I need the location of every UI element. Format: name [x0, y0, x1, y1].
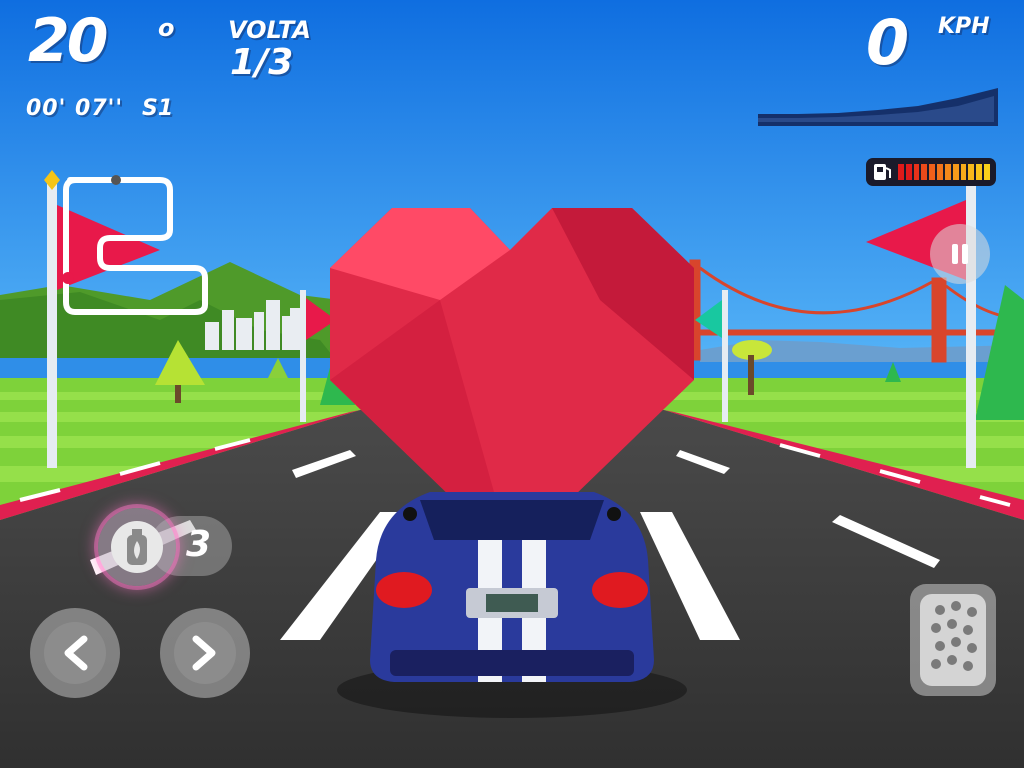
fuel-segment	[929, 164, 936, 180]
pause-button[interactable]	[930, 224, 990, 284]
fuel-segment	[952, 164, 959, 180]
fuel-segment	[898, 164, 904, 180]
speedometer-value: 0	[866, 6, 910, 79]
fuel-segment	[937, 164, 943, 180]
player-car	[337, 492, 687, 718]
nitro-button[interactable]	[98, 508, 176, 586]
fuel-segment	[968, 164, 975, 180]
fuel-segment	[960, 164, 967, 180]
nitro-bottle-icon	[127, 529, 147, 565]
race-position-suffix: o	[158, 14, 175, 42]
chevron-right-icon	[192, 635, 216, 671]
fuel-level-bar	[898, 164, 990, 180]
fuel-segment	[984, 164, 990, 180]
accelerator-button[interactable]	[910, 584, 996, 696]
player-marker	[62, 272, 74, 284]
speed-unit: KPH	[938, 14, 990, 39]
lap-time: 00' 07''	[26, 96, 124, 121]
fuel-segment	[944, 164, 951, 180]
nitro-count: 3	[186, 524, 212, 565]
rpm-bar	[758, 88, 998, 126]
fuel-segment	[913, 164, 920, 180]
pause-icon	[952, 244, 968, 264]
fuel-segment	[976, 164, 983, 180]
steer-left-button[interactable]	[30, 608, 120, 698]
nitro-button-face	[111, 521, 163, 573]
chevron-left-icon	[64, 635, 88, 671]
fuel-gauge	[866, 158, 996, 186]
lap-counter: 1/3	[230, 42, 294, 83]
fuel-pump-icon	[874, 164, 891, 180]
sector-indicator: S1	[142, 96, 174, 121]
race-position: 20	[28, 6, 108, 76]
lap-label: VOLTA	[228, 16, 311, 44]
steer-right-button[interactable]	[160, 608, 250, 698]
fuel-segment	[921, 164, 928, 180]
pedal-icon	[920, 594, 986, 686]
fuel-segment	[905, 164, 912, 180]
